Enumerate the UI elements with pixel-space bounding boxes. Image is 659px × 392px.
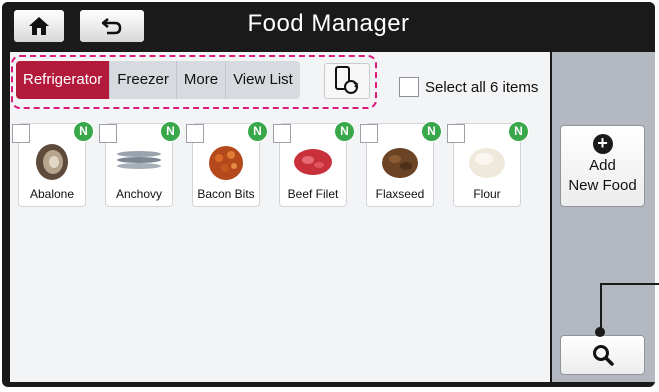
new-badge: N (334, 121, 355, 142)
select-all-label: Select all 6 items (425, 78, 539, 96)
callout-dot (595, 327, 605, 337)
bacon-bits-image (209, 146, 243, 180)
item-name: Flour (473, 187, 501, 201)
tab-refrigerator[interactable]: Refrigerator (16, 61, 111, 99)
new-badge: N (421, 121, 442, 142)
item-name: Beef Filet (287, 187, 339, 201)
new-badge: N (247, 121, 268, 142)
app-frame: Food Manager Refrigerator Freezer More V… (2, 2, 655, 387)
callout-line (600, 283, 659, 285)
tab-view-list[interactable]: View List (226, 61, 300, 99)
add-label-line2: New Food (568, 177, 637, 194)
callout-line (600, 283, 602, 331)
top-bar: Food Manager (2, 2, 655, 52)
item-name: Anchovy (115, 187, 163, 201)
new-badge: N (160, 121, 181, 142)
select-all-checkbox[interactable] (399, 77, 419, 97)
tab-bar: Refrigerator Freezer More View List (16, 61, 300, 99)
phone-sync-icon (335, 66, 359, 94)
sync-button[interactable] (324, 63, 370, 99)
beef-filet-image (294, 149, 332, 175)
food-item[interactable]: Abalone N (12, 121, 99, 209)
add-label-line1: Add (589, 157, 616, 174)
item-name: Abalone (29, 187, 75, 201)
search-button[interactable] (560, 335, 645, 375)
abalone-image (36, 144, 68, 180)
new-badge: N (73, 121, 94, 142)
select-all[interactable]: Select all 6 items (399, 77, 538, 97)
food-item[interactable]: Beef Filet N (273, 121, 360, 209)
new-badge: N (508, 121, 529, 142)
flour-image (469, 148, 505, 178)
add-new-food-button[interactable]: + Add New Food (560, 125, 645, 207)
food-item[interactable]: Anchovy N (99, 121, 186, 209)
food-item[interactable]: Bacon Bits N (186, 121, 273, 209)
food-list-panel: Refrigerator Freezer More View List Sele… (10, 52, 550, 382)
food-item[interactable]: Flaxseed N (360, 121, 447, 209)
food-items-grid: Abalone N Anchovy N Bacon Bits N Beef Fi… (12, 121, 534, 209)
tab-more[interactable]: More (177, 61, 227, 99)
item-name: Bacon Bits (197, 187, 255, 201)
tab-freezer[interactable]: Freezer (110, 61, 177, 99)
page-title: Food Manager (247, 10, 410, 37)
plus-icon: + (592, 134, 613, 154)
anchovy-image (117, 151, 161, 169)
search-icon (592, 345, 614, 366)
item-name: Flaxseed (375, 187, 425, 201)
food-item[interactable]: Flour N (447, 121, 534, 209)
flaxseed-image (382, 148, 418, 178)
